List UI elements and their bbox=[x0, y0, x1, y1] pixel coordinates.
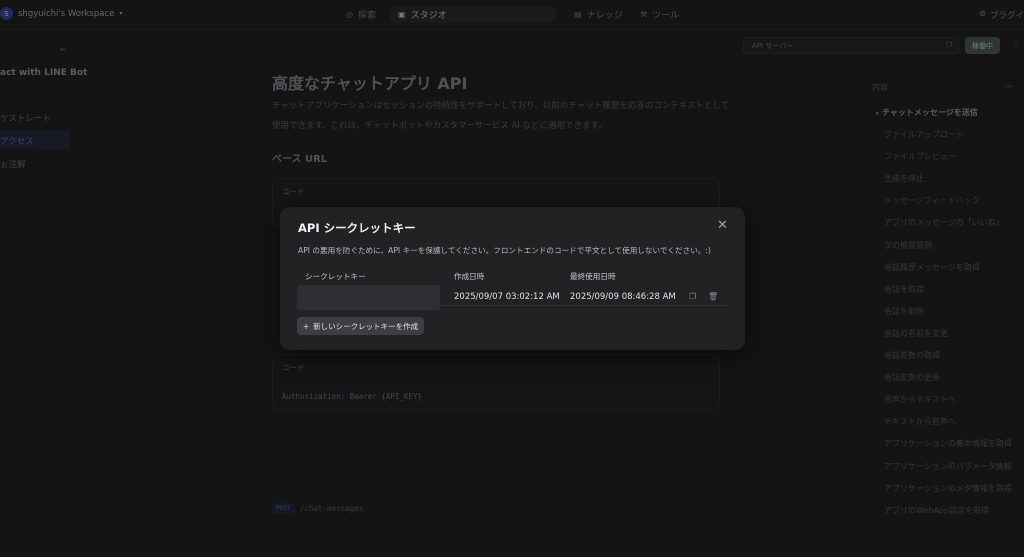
dialog-title: API シークレットキー bbox=[298, 221, 416, 235]
column-header-secret-key: シークレットキー bbox=[305, 272, 366, 281]
api-secret-key-dialog: API シークレットキー ✕ API の悪用を防ぐために、API キーを保護して… bbox=[280, 207, 745, 350]
trash-icon[interactable]: 🗑 bbox=[708, 292, 718, 301]
created-at: 2025/09/07 03:02:12 AM bbox=[454, 292, 560, 302]
secret-key-masked bbox=[297, 285, 440, 310]
create-secret-key-label: 新しいシークレットキーを作成 bbox=[313, 321, 419, 331]
copy-icon[interactable]: ❐ bbox=[689, 292, 696, 301]
dialog-description: API の悪用を防ぐために、API キーを保護してください。フロントエンドのコー… bbox=[298, 246, 711, 255]
close-icon[interactable]: ✕ bbox=[717, 218, 728, 233]
create-secret-key-button[interactable]: + 新しいシークレットキーを作成 bbox=[297, 317, 424, 335]
column-header-created: 作成日時 bbox=[454, 272, 485, 281]
column-header-last-used: 最終使用日時 bbox=[570, 272, 616, 281]
table-row: 2025/09/07 03:02:12 AM 2025/09/09 08:46:… bbox=[297, 284, 727, 310]
plus-icon: + bbox=[302, 321, 310, 331]
last-used-at: 2025/09/09 08:46:28 AM bbox=[570, 292, 676, 302]
